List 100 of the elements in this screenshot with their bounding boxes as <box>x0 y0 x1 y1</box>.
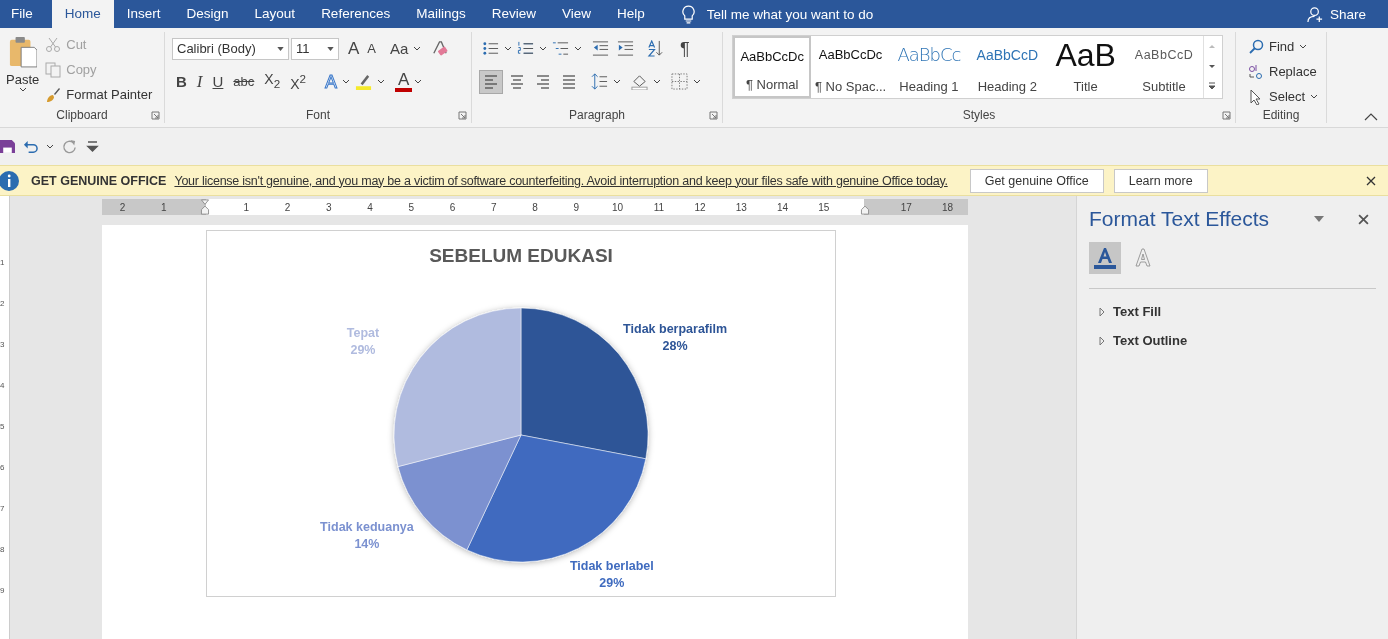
caret-icon <box>504 46 512 51</box>
caret-icon[interactable] <box>46 144 54 149</box>
indent-marker-icon[interactable] <box>200 199 211 215</box>
ribbon-tab[interactable]: Design <box>173 0 242 28</box>
message-button[interactable]: Learn more <box>1113 168 1208 193</box>
ruler-number: 6 <box>0 463 6 474</box>
style-preview: AaBbCcDc <box>818 46 883 64</box>
align-icon <box>483 73 499 90</box>
format-button[interactable]: B <box>173 71 190 92</box>
format-button[interactable]: X$_{2}$ <box>261 69 284 94</box>
borders-icon[interactable] <box>671 73 688 90</box>
redo-icon[interactable] <box>62 139 77 154</box>
ruler-number: 12 <box>694 201 706 213</box>
editing-command[interactable]: Find <box>1248 36 1326 57</box>
format-button[interactable]: abc <box>230 71 258 92</box>
ribbon-tab[interactable]: Home <box>51 0 114 28</box>
grow-font-button[interactable]: A <box>345 38 363 59</box>
group-label: Paragraph <box>568 108 625 122</box>
customize-toolbar-icon[interactable] <box>85 139 100 154</box>
caret-icon <box>539 46 547 51</box>
format-button[interactable]: I <box>193 71 206 92</box>
clipboard-command[interactable]: Format Painter <box>45 84 153 105</box>
style-option[interactable]: AaBbCcD Heading 2 <box>968 36 1047 98</box>
style-name: Title <box>1073 79 1098 94</box>
style-option[interactable]: AaBbCcDc ¶ No Spac... <box>811 36 890 98</box>
style-option[interactable]: AaB Title <box>1046 36 1125 98</box>
ribbon-tab[interactable]: References <box>308 0 404 28</box>
font-family-field[interactable]: Calibri (Body) <box>172 37 289 60</box>
ruler-number: 2 <box>0 299 6 310</box>
ruler-number: 1 <box>0 258 6 269</box>
caret-icon <box>377 79 385 84</box>
font-size-field[interactable]: 11 <box>291 37 339 60</box>
dialog-launcher-icon[interactable] <box>709 111 718 120</box>
caret-icon <box>613 79 621 84</box>
style-preview: AaB <box>1055 38 1116 72</box>
ruler-number: 17 <box>900 201 912 213</box>
save-icon[interactable] <box>0 139 15 154</box>
paintbrush-icon <box>45 86 62 103</box>
align-button[interactable] <box>479 69 503 94</box>
tell-me-search[interactable]: Tell me what you want to do <box>706 6 874 22</box>
shrink-font-button[interactable]: A <box>364 38 379 59</box>
message-button[interactable]: Get genuine Office <box>969 168 1104 193</box>
numbering-icon[interactable] <box>517 40 534 57</box>
caret-icon <box>414 79 423 84</box>
value-label: 29% <box>350 343 376 357</box>
caret-icon <box>574 46 582 51</box>
ruler-number: 7 <box>491 201 497 213</box>
ruler-number: 3 <box>0 340 6 351</box>
ribbon-tab[interactable]: Review <box>478 0 549 28</box>
show-marks-button[interactable]: ¶ <box>677 38 693 59</box>
style-option[interactable]: AaBbCcD Subtitle <box>1124 36 1204 98</box>
format-button[interactable]: X$^{2}$ <box>287 69 309 94</box>
ruler-number: 7 <box>0 504 6 515</box>
close-icon[interactable] <box>1366 175 1376 186</box>
person-icon <box>1306 5 1324 23</box>
style-preview: AaBbCcDc <box>740 48 804 66</box>
multilevel-list-icon[interactable] <box>552 40 569 57</box>
eraser-icon[interactable] <box>431 40 449 57</box>
undo-icon[interactable] <box>23 139 38 154</box>
font-color-button[interactable]: A <box>395 71 413 92</box>
style-option[interactable]: AaBbCcDc ¶ Normal <box>733 36 812 98</box>
ribbon-tab[interactable]: Help <box>604 0 658 28</box>
ribbon-tab[interactable]: File <box>0 0 46 28</box>
pane-section[interactable]: Text Fill <box>1089 297 1376 326</box>
format-button[interactable]: U <box>209 71 227 92</box>
ribbon-tab[interactable]: View <box>548 0 604 28</box>
share-button[interactable]: Share <box>1306 5 1366 23</box>
style-preview: AaBbCcD <box>1134 47 1194 64</box>
pane-tab[interactable] <box>1089 242 1121 274</box>
align-icon <box>561 73 577 90</box>
group-label: Clipboard <box>56 108 108 122</box>
dialog-launcher-icon[interactable] <box>151 111 160 120</box>
collapse-ribbon-icon[interactable] <box>1364 113 1378 121</box>
ruler-number: 4 <box>367 201 373 213</box>
highlighter-icon[interactable] <box>355 73 372 90</box>
editing-command[interactable]: Select <box>1248 86 1326 107</box>
increase-indent-icon[interactable] <box>617 40 634 57</box>
paint-bucket-icon[interactable] <box>631 73 648 90</box>
bullets-icon[interactable] <box>482 40 499 57</box>
paste-button[interactable]: Paste <box>0 32 46 107</box>
sort-icon[interactable] <box>647 40 664 57</box>
style-option[interactable]: AaBbCc Heading 1 <box>889 36 969 98</box>
ruler-number: 1 <box>243 201 250 213</box>
category-label: Tidak keduanya <box>320 519 414 534</box>
dialog-launcher-icon[interactable] <box>1222 111 1231 120</box>
pane-section[interactable]: Text Outline <box>1089 326 1376 355</box>
license-link[interactable]: Your license isn't genuine, and you may be a victim of software counterfeiting. Avoid interruption and keep your files safe with genuine Office today. <box>174 173 948 188</box>
editing-command[interactable]: Replace <box>1248 61 1326 82</box>
dropdown-icon[interactable] <box>1314 216 1324 222</box>
line-spacing-icon[interactable] <box>591 73 608 90</box>
ribbon-tab[interactable]: Mailings <box>403 0 479 28</box>
change-case-button[interactable]: Aa <box>387 38 412 59</box>
ruler-number: 10 <box>612 201 624 213</box>
dialog-launcher-icon[interactable] <box>458 111 467 120</box>
ruler-number: 8 <box>0 545 6 556</box>
align-icon <box>535 73 551 90</box>
ribbon-tab[interactable]: Layout <box>241 0 309 28</box>
decrease-indent-icon[interactable] <box>592 40 609 57</box>
close-icon[interactable] <box>1358 213 1369 225</box>
ribbon-tab[interactable]: Insert <box>113 0 174 28</box>
